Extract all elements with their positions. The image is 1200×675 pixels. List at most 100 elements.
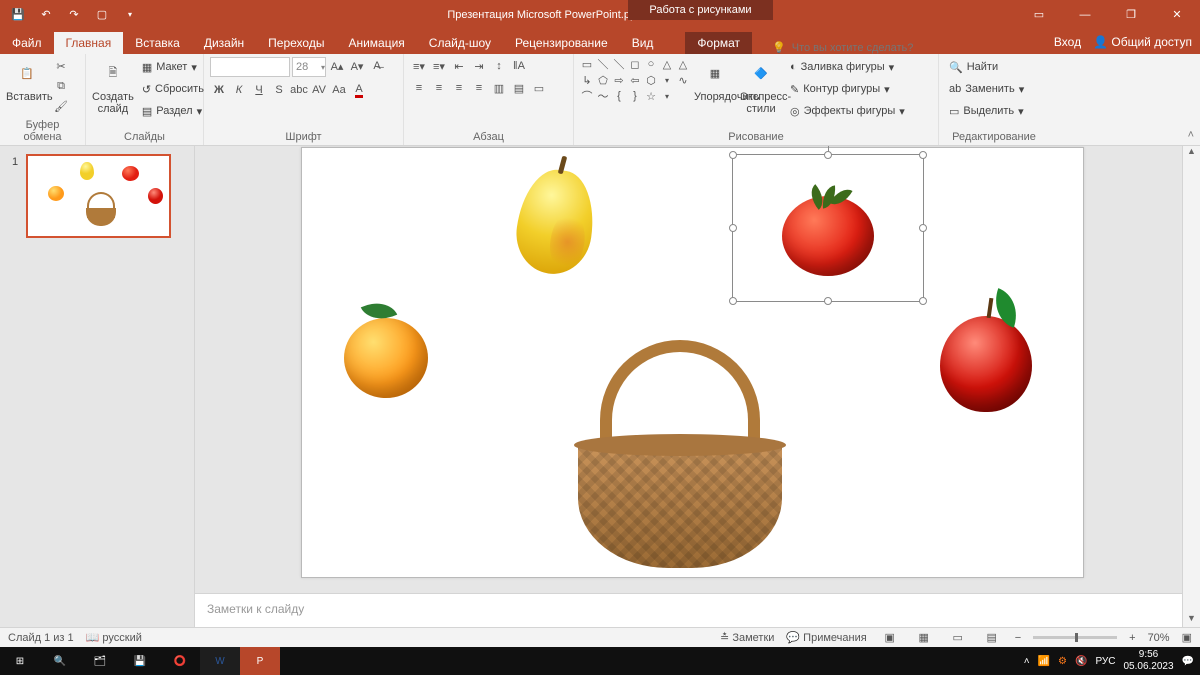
yandex-browser-icon[interactable]: ⭕ [160, 647, 200, 675]
normal-view-icon[interactable]: ▣ [879, 629, 901, 647]
scroll-up-icon[interactable]: ▲ [1187, 146, 1196, 156]
slide-sorter-view-icon[interactable]: ▦ [913, 629, 935, 647]
shape-fill-button[interactable]: ◐ Заливка фигуры ▾ [786, 57, 909, 77]
tab-animations[interactable]: Анимация [336, 32, 416, 54]
vertical-scrollbar[interactable]: ▲ ▼ [1182, 146, 1200, 627]
resize-handle-s[interactable] [824, 297, 832, 305]
resize-handle-se[interactable] [919, 297, 927, 305]
image-orange[interactable] [344, 318, 428, 398]
tab-view[interactable]: Вид [620, 32, 666, 54]
security-icon[interactable]: ⚙ [1058, 656, 1067, 667]
align-text-icon[interactable]: ▤ [510, 79, 528, 97]
scroll-down-icon[interactable]: ▼ [1187, 613, 1196, 623]
smartart-icon[interactable]: ▭ [530, 79, 548, 97]
tab-insert[interactable]: Вставка [123, 32, 192, 54]
font-name-input[interactable] [210, 57, 290, 77]
line-spacing-icon[interactable]: ↕ [490, 57, 508, 75]
new-slide-button[interactable]: 🗎 Создать слайд [92, 57, 134, 115]
slide-editor[interactable] [195, 146, 1182, 627]
italic-button[interactable]: К [230, 81, 248, 99]
change-case-button[interactable]: Aa [330, 81, 348, 99]
decrease-indent-icon[interactable]: ⇤ [450, 57, 468, 75]
file-explorer-icon[interactable]: 🗂 [80, 647, 120, 675]
reading-view-icon[interactable]: ▭ [947, 629, 969, 647]
bullets-icon[interactable]: ≡▾ [410, 57, 428, 75]
quick-styles-button[interactable]: 🔷 Экспресс- стили [740, 57, 782, 115]
columns-icon[interactable]: ▥ [490, 79, 508, 97]
start-button-icon[interactable]: ⊞ [0, 647, 40, 675]
close-icon[interactable]: ✕ [1154, 0, 1200, 29]
select-button[interactable]: ▭ Выделить ▾ [945, 101, 1028, 121]
floppy-app-icon[interactable]: 💾 [120, 647, 160, 675]
collapse-ribbon-icon[interactable]: ˄ [1188, 129, 1194, 141]
shape-effects-button[interactable]: ◎ Эффекты фигуры ▾ [786, 101, 909, 121]
minimize-icon[interactable]: — [1062, 0, 1108, 29]
resize-handle-w[interactable] [729, 224, 737, 232]
text-direction-icon[interactable]: ‖A [510, 57, 528, 75]
zoom-out-icon[interactable]: − [1015, 632, 1021, 644]
tell-me-search[interactable]: 💡 [772, 41, 992, 54]
justify-icon[interactable]: ≡ [470, 79, 488, 97]
fit-to-window-icon[interactable]: ▣ [1182, 631, 1192, 644]
resize-handle-nw[interactable] [729, 151, 737, 159]
slide-canvas[interactable] [301, 147, 1084, 578]
maximize-icon[interactable]: ❐ [1108, 0, 1154, 29]
status-notes-button[interactable]: ≛ Заметки [720, 631, 774, 644]
slide-thumbnail-1[interactable]: 1 [26, 154, 171, 238]
char-spacing-button[interactable]: abc [290, 81, 308, 99]
tab-slideshow[interactable]: Слайд-шоу [417, 32, 503, 54]
find-button[interactable]: 🔍 Найти [945, 57, 1028, 77]
font-color-icon[interactable]: A [350, 81, 368, 99]
redo-icon[interactable]: ↷ [62, 3, 86, 27]
action-center-icon[interactable]: 💬 [1182, 656, 1194, 667]
arrange-button[interactable]: ▦ Упорядочить [694, 57, 736, 103]
zoom-slider[interactable] [1033, 636, 1117, 639]
section-button[interactable]: ▤ Раздел ▾ [138, 101, 208, 121]
resize-handle-sw[interactable] [729, 297, 737, 305]
numbering-icon[interactable]: ≡▾ [430, 57, 448, 75]
ribbon-display-options-icon[interactable]: ▭ [1016, 0, 1062, 29]
image-basket[interactable] [578, 444, 782, 568]
copy-icon[interactable]: ⧉ [52, 77, 70, 95]
image-tomato[interactable] [782, 196, 874, 276]
status-language[interactable]: 📖 русский [86, 631, 142, 644]
paste-button[interactable]: 📋 Вставить [6, 57, 48, 103]
start-from-beginning-icon[interactable]: ▢ [90, 3, 114, 27]
zoom-in-icon[interactable]: + [1129, 632, 1135, 644]
resize-handle-n[interactable] [824, 151, 832, 159]
save-icon[interactable]: 💾 [6, 3, 30, 27]
sign-in-button[interactable]: Вход [1054, 35, 1081, 49]
search-icon[interactable]: 🔍 [40, 647, 80, 675]
clear-formatting-icon[interactable]: A̶ [368, 57, 386, 75]
tab-transitions[interactable]: Переходы [256, 32, 336, 54]
input-language[interactable]: РУС [1095, 656, 1115, 667]
resize-handle-ne[interactable] [919, 151, 927, 159]
tab-file[interactable]: Файл [0, 32, 54, 54]
resize-handle-e[interactable] [919, 224, 927, 232]
powerpoint-app-icon[interactable]: P [240, 647, 280, 675]
increase-font-icon[interactable]: A▴ [328, 57, 346, 75]
wifi-icon[interactable]: 📶 [1038, 656, 1050, 667]
text-highlight-icon[interactable]: AV [310, 81, 328, 99]
align-left-icon[interactable]: ≡ [410, 79, 428, 97]
image-apple[interactable] [940, 316, 1032, 412]
undo-icon[interactable]: ↶ [34, 3, 58, 27]
decrease-font-icon[interactable]: A▾ [348, 57, 366, 75]
align-center-icon[interactable]: ≡ [430, 79, 448, 97]
font-size-input[interactable]: 28▾ [292, 57, 326, 77]
volume-mute-icon[interactable]: 🔇 [1075, 656, 1087, 667]
zoom-level[interactable]: 70% [1148, 632, 1170, 644]
qat-customize-icon[interactable]: ▾ [118, 3, 142, 27]
tab-review[interactable]: Рецензирование [503, 32, 620, 54]
word-app-icon[interactable]: W [200, 647, 240, 675]
align-right-icon[interactable]: ≡ [450, 79, 468, 97]
increase-indent-icon[interactable]: ⇥ [470, 57, 488, 75]
slideshow-view-icon[interactable]: ▤ [981, 629, 1003, 647]
strike-button[interactable]: S [270, 81, 288, 99]
tell-me-input[interactable] [792, 42, 992, 54]
replace-button[interactable]: ab Заменить ▾ [945, 79, 1028, 99]
reset-button[interactable]: ↺ Сбросить [138, 79, 208, 99]
shapes-gallery[interactable]: ▭＼＼◻○△ △↳⬠⇨⇦⬡▾ ∿⌒〜{}☆▾ [580, 57, 690, 103]
format-painter-icon[interactable]: 🖌 [52, 97, 70, 115]
share-button[interactable]: 👤 Общий доступ [1093, 35, 1192, 49]
